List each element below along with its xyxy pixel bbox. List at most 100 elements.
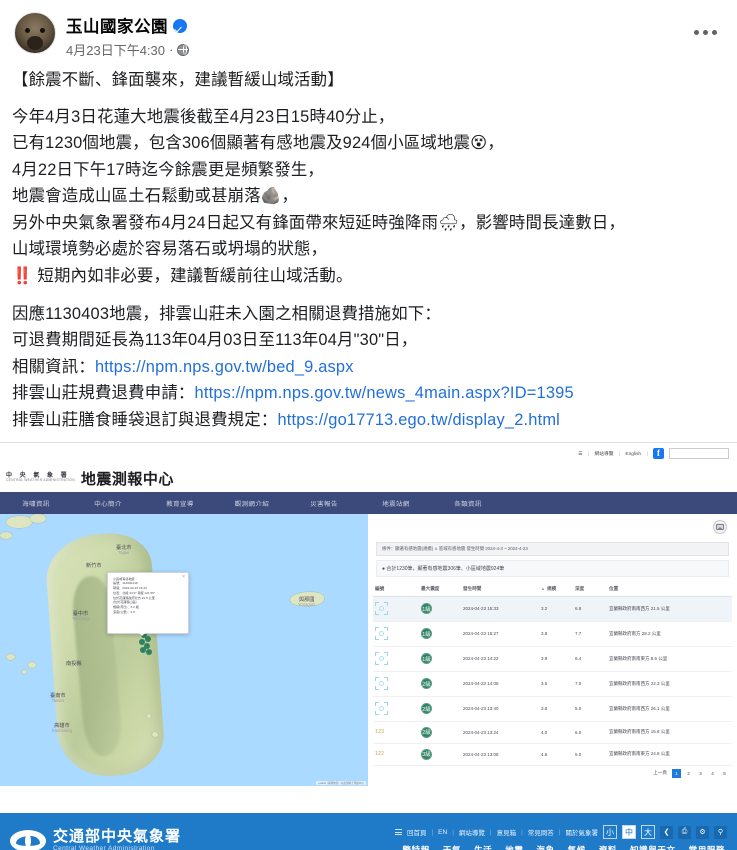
page-name[interactable]: 玉山國家公園 <box>66 13 168 37</box>
footer-logo[interactable]: 交通部中央氣象署 Central Weather Administration <box>10 828 181 850</box>
footer-nav-services[interactable]: 常用服務 <box>689 844 725 850</box>
font-size-medium-button[interactable]: 中 <box>622 825 636 840</box>
footer-separator: | <box>452 828 454 836</box>
refund-link-4[interactable]: https://go17713.ego.tw/display_2.html <box>277 411 560 429</box>
footer-link-home[interactable]: 回首頁 <box>407 827 427 837</box>
hamburger-icon[interactable] <box>394 829 402 836</box>
th-number[interactable]: 編號 <box>373 581 419 597</box>
th-time[interactable]: 發生時間 <box>461 581 539 597</box>
pager-page-5[interactable]: 5 <box>720 769 729 778</box>
location-crosshair-icon[interactable] <box>375 676 388 690</box>
avatar[interactable] <box>14 12 56 54</box>
footer-link-feedback[interactable]: 意見箱 <box>497 827 517 837</box>
th-location[interactable]: 位置 <box>607 581 732 597</box>
refund-link-3[interactable]: https://npm.nps.gov.tw/news_4main.aspx?I… <box>195 384 574 402</box>
th-intensity[interactable]: 最大震度 <box>419 581 461 597</box>
table-row[interactable]: 2級 2024-04-23 14:08 3.5 7.0 宜蘭縣政府南南西方 22… <box>373 671 732 697</box>
hamburger-icon[interactable]: ☰ <box>578 451 582 457</box>
intensity-badge: 2級 <box>421 678 432 690</box>
nav-item-5[interactable]: 地震站網 <box>360 498 432 507</box>
more-options-icon[interactable] <box>688 24 723 41</box>
cell-location: 宜蘭縣政府南方 28.2 公里 <box>607 621 732 647</box>
location-crosshair-icon[interactable] <box>375 601 388 615</box>
cell-number[interactable] <box>373 671 419 697</box>
globe-icon[interactable] <box>177 43 190 56</box>
footer-nav-weather[interactable]: 天氣 <box>443 844 461 850</box>
footer-nav-links[interactable]: 警特報 天氣 生活 地震 海象 氣候 資料 知識與天文 常用服務 <box>403 844 727 850</box>
footer-link-faq[interactable]: 常見問答 <box>528 827 554 837</box>
th-magnitude[interactable]: ▲ 規模 <box>539 581 573 597</box>
pager-prev[interactable]: 上一頁 <box>651 769 669 778</box>
cell-number[interactable] <box>373 696 419 722</box>
facebook-icon[interactable]: f <box>653 448 664 460</box>
footer-nav-warnings[interactable]: 警特報 <box>403 844 430 850</box>
footer-nav-climate[interactable]: 氣候 <box>568 844 586 850</box>
post-timestamp[interactable]: 4月23日下午4:30 <box>66 40 165 59</box>
cell-number[interactable] <box>373 621 419 647</box>
table-row[interactable]: 1級 2024-04-23 15:33 3.2 6.8 宜蘭縣政府南南西方 21… <box>373 596 732 622</box>
pager-page-3[interactable]: 3 <box>696 769 705 778</box>
table-pagination[interactable]: 上一頁 1 2 3 4 5 <box>368 768 729 778</box>
cwa-navbar[interactable]: 海嘯資訊 中心簡介 教育宣導 觀測網介紹 災害報告 地震站網 各類資訊 <box>0 491 737 514</box>
pager-page-4[interactable]: 4 <box>708 769 717 778</box>
island-shape <box>6 515 32 528</box>
table-row[interactable]: 2級 2024-04-23 13:40 3.8 5.0 宜蘭縣政府南南西方 26… <box>373 696 732 722</box>
page-name-row[interactable]: 玉山國家公園 <box>66 13 189 37</box>
footer-link-en[interactable]: EN <box>438 829 447 836</box>
footer-nav-data[interactable]: 資料 <box>599 844 617 850</box>
cell-number[interactable] <box>373 646 419 672</box>
table-row[interactable]: 123 2級 2024-04-23 13:24 4.0 6.0 宜蘭縣政府南南西… <box>373 721 732 744</box>
sitemap-link[interactable]: 網站導覽 <box>594 450 613 457</box>
sort-ascending-icon[interactable]: ▲ <box>541 586 545 591</box>
footer-nav-knowledge[interactable]: 知識與天文 <box>630 844 676 850</box>
image-export-icon[interactable] <box>713 519 727 534</box>
cell-depth: 5.0 <box>573 696 607 722</box>
nav-item-6[interactable]: 各類資訊 <box>432 498 504 507</box>
cell-magnitude: 3.8 <box>539 696 573 722</box>
cell-depth: 7.0 <box>573 671 607 697</box>
location-crosshair-icon[interactable] <box>375 701 388 715</box>
font-size-large-button[interactable]: 大 <box>641 825 655 840</box>
refund-link-2[interactable]: https://npm.nps.gov.tw/bed_9.aspx <box>95 358 354 376</box>
pager-page-2[interactable]: 2 <box>684 769 693 778</box>
cell-number[interactable]: 123 <box>373 721 419 744</box>
footer-nav-life[interactable]: 生活 <box>474 844 492 850</box>
lanyu-island <box>152 731 158 737</box>
post-line-1: 已有1230個地震，包含306個顯著有感地震及924個小區域地震😵， <box>12 134 505 153</box>
cell-number[interactable]: 122 <box>373 743 419 766</box>
footer-nav-earthquake[interactable]: 地震 <box>505 844 523 850</box>
footer-link-sitemap[interactable]: 網站導覽 <box>459 827 485 837</box>
cell-intensity: 3級 <box>419 743 461 766</box>
footer-link-about[interactable]: 關於氣象署 <box>566 827 599 837</box>
table-row[interactable]: 1級 2024-04-23 14:22 3.9 8.4 宜蘭縣政府南南東方 8.… <box>373 646 732 672</box>
print-icon[interactable]: ⎙ <box>678 825 691 839</box>
share-icon[interactable]: ❮ <box>660 825 673 839</box>
table-row[interactable]: 122 3級 2024-04-23 13:08 4.5 5.0 宜蘭縣政府南南東… <box>373 743 732 766</box>
english-link[interactable]: English <box>626 451 642 457</box>
nav-item-0[interactable]: 海嘯資訊 <box>0 498 72 507</box>
location-crosshair-icon[interactable] <box>375 651 388 665</box>
settings-icon[interactable]: ⚙ <box>696 825 709 839</box>
embedded-screenshot[interactable]: ☰ | 網站導覽 | English | f 中 央 氣 象 署 CENTRAL… <box>0 441 737 850</box>
nav-item-4[interactable]: 災害報告 <box>288 498 360 507</box>
footer-nav-marine[interactable]: 海象 <box>536 844 554 850</box>
post-line-6: ‼️ 短期內如非必要，建議暫緩前往山域活動。 <box>12 267 353 286</box>
font-size-small-button[interactable]: 小 <box>603 825 617 840</box>
pager-page-1[interactable]: 1 <box>672 768 681 778</box>
search-icon[interactable]: ⚲ <box>714 825 727 839</box>
earthquake-info-popup[interactable]: × 小區域有感地震 編號：113000148 時間：2024-04-23 15:… <box>107 571 189 636</box>
earthquake-map[interactable]: 臺北市 Taipei 新竹市 臺中市 Taichung 南投縣 臺南市 Tain… <box>0 513 368 786</box>
cwa-bird-logo-icon <box>10 829 46 850</box>
nav-item-1[interactable]: 中心簡介 <box>72 498 144 507</box>
close-icon[interactable]: × <box>182 574 185 580</box>
cell-number[interactable] <box>373 596 419 622</box>
nav-item-3[interactable]: 觀測網介紹 <box>216 498 288 507</box>
nav-item-2[interactable]: 教育宣導 <box>144 498 216 507</box>
earthquake-number: 122 <box>375 751 385 758</box>
location-crosshair-icon[interactable] <box>375 626 388 640</box>
earthquake-marker[interactable] <box>146 648 152 655</box>
table-row[interactable]: 1級 2024-04-23 15:27 3.8 7.7 宜蘭縣政府南方 28.2… <box>373 621 732 647</box>
th-depth[interactable]: 深度 <box>573 581 607 597</box>
image-glyph <box>716 523 724 530</box>
search-input[interactable] <box>669 448 729 460</box>
